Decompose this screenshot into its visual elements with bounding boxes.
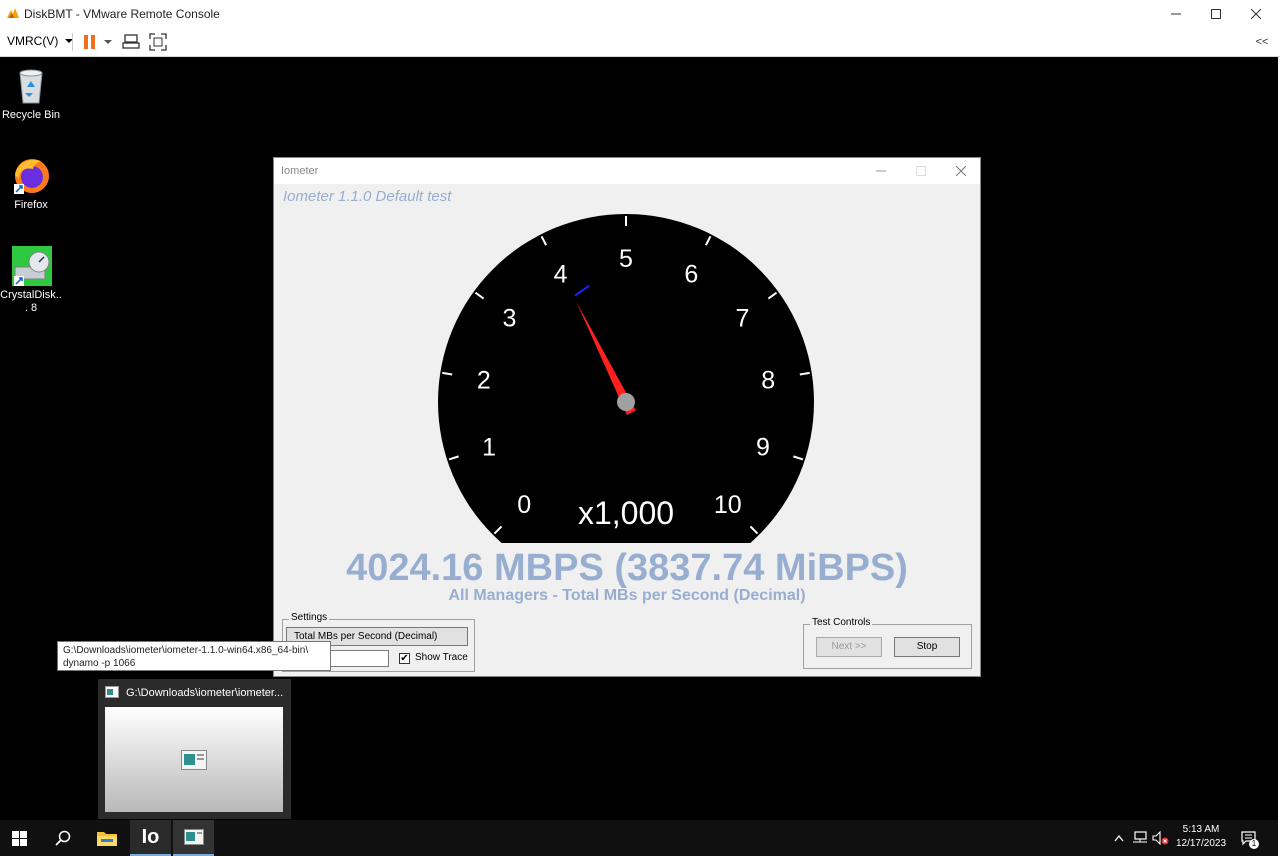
pause-button[interactable] bbox=[82, 32, 98, 52]
speed-gauge: 0 1 2 3 4 5 6 7 8 9 10 x1,000 bbox=[438, 214, 814, 543]
system-clock[interactable]: 5:13 AM 12/17/2023 bbox=[1166, 823, 1236, 851]
gauge-multiplier-label: x1,000 bbox=[578, 495, 674, 531]
gauge-tick-label: 2 bbox=[477, 366, 491, 394]
network-computer-icon bbox=[122, 34, 140, 49]
desktop-icon-recycle-bin[interactable]: Recycle Bin bbox=[0, 65, 62, 122]
stop-button[interactable]: Stop bbox=[894, 637, 960, 657]
vmrc-titlebar: DiskBMT - VMware Remote Console bbox=[0, 0, 1280, 29]
power-options-dropdown[interactable] bbox=[102, 32, 114, 52]
close-icon bbox=[1251, 9, 1261, 19]
gauge-tick-label: 5 bbox=[619, 245, 633, 273]
pause-icon bbox=[84, 35, 95, 49]
toolbar-collapse-button[interactable]: << bbox=[1252, 32, 1272, 52]
search-icon bbox=[55, 830, 71, 846]
chevron-up-icon bbox=[1114, 834, 1124, 842]
taskbar-file-explorer[interactable] bbox=[88, 820, 126, 856]
gauge-hub bbox=[617, 393, 635, 411]
file-explorer-icon bbox=[97, 832, 117, 846]
show-hidden-icons-button[interactable] bbox=[1110, 820, 1128, 856]
test-controls-group-label: Test Controls bbox=[810, 617, 873, 628]
recycle-bin-icon bbox=[19, 69, 43, 104]
gauge-tick-label: 9 bbox=[756, 433, 770, 461]
taskbar-iometer[interactable]: Io bbox=[130, 820, 171, 856]
gauge-tick-label: 10 bbox=[714, 491, 742, 519]
search-button[interactable] bbox=[44, 820, 82, 856]
checkmark-icon: ✔ bbox=[400, 653, 409, 664]
firefox-icon bbox=[14, 159, 49, 194]
desktop-icon-label: CrystalDisk... 8 bbox=[0, 289, 62, 314]
windows-logo-icon bbox=[11, 830, 27, 846]
desktop-icon-label: Recycle Bin bbox=[1, 109, 61, 121]
gauge-tick-label: 6 bbox=[684, 261, 698, 289]
taskbar: Io 5:13 AM 12/17/2023 1 bbox=[0, 820, 1278, 856]
minimize-button[interactable] bbox=[1156, 0, 1196, 28]
tooltip-line: dynamo -p 1066 bbox=[63, 658, 136, 669]
send-ctrl-alt-del-button[interactable] bbox=[121, 32, 141, 52]
vmware-app-icon bbox=[7, 8, 19, 18]
desktop-icon-label: Firefox bbox=[14, 199, 48, 211]
thumbnail-title: G:\Downloads\iometer\iometer... bbox=[126, 687, 284, 699]
throughput-value: 4024.16 MBPS (3837.74 MiBPS) bbox=[346, 547, 908, 589]
vmrc-window-title: DiskBMT - VMware Remote Console bbox=[24, 7, 220, 21]
iometer-taskbar-icon: Io bbox=[141, 826, 160, 848]
network-icon bbox=[1133, 831, 1147, 843]
close-button[interactable] bbox=[1236, 0, 1276, 28]
gauge-tick-label: 3 bbox=[503, 304, 517, 332]
taskbar-tooltip: G:\Downloads\iometer\iometer-1.1.0-win64… bbox=[57, 641, 331, 671]
test-controls-group: Test Controls Next >> Stop bbox=[803, 617, 972, 669]
throughput-caption: All Managers - Total MBs per Second (Dec… bbox=[448, 587, 806, 604]
crystaldiskmark-icon bbox=[12, 246, 52, 286]
fullscreen-icon bbox=[149, 33, 167, 51]
gauge-tick-label: 0 bbox=[517, 491, 531, 519]
vmrc-menu-label: VMRC(V) bbox=[7, 34, 59, 48]
minimize-icon bbox=[1171, 13, 1181, 15]
action-center-button[interactable]: 1 bbox=[1238, 820, 1260, 856]
chevron-down-icon bbox=[104, 40, 112, 44]
gauge-tick-label: 4 bbox=[554, 261, 568, 289]
taskbar-thumbnail[interactable]: G:\Downloads\iometer\iometer... bbox=[98, 679, 291, 819]
console-window-icon bbox=[105, 686, 119, 698]
toolbar-divider bbox=[72, 33, 73, 51]
show-trace-label: Show Trace bbox=[415, 652, 468, 663]
desktop-icon-firefox[interactable]: Firefox bbox=[0, 155, 62, 212]
clock-time: 5:13 AM bbox=[1182, 824, 1220, 835]
vmrc-toolbar: VMRC(V) << bbox=[0, 28, 1280, 57]
iometer-window: Iometer Iometer 1.1.0 Default test 01234… bbox=[273, 157, 981, 677]
settings-group-label: Settings bbox=[289, 612, 330, 623]
clock-date: 12/17/2023 bbox=[1175, 838, 1227, 849]
maximize-button[interactable] bbox=[1196, 0, 1236, 28]
tooltip-line: G:\Downloads\iometer\iometer-1.1.0-win64… bbox=[63, 645, 309, 656]
maximize-icon bbox=[1211, 9, 1221, 19]
gauge-tick-label: 8 bbox=[761, 366, 775, 394]
vmrc-menu-button[interactable]: VMRC(V) bbox=[7, 34, 73, 48]
gauge-tick-label: 1 bbox=[482, 433, 496, 461]
thumbnail-preview[interactable] bbox=[105, 707, 283, 812]
console-window-icon bbox=[181, 750, 207, 770]
double-chevron-left-icon: << bbox=[1255, 36, 1269, 48]
console-window-icon bbox=[183, 829, 204, 845]
start-button[interactable] bbox=[0, 820, 38, 856]
gauge-tick-label: 7 bbox=[736, 304, 750, 332]
desktop-icon-crystaldiskmark[interactable]: CrystalDisk... 8 bbox=[0, 245, 62, 315]
show-trace-checkbox[interactable]: ✔ bbox=[399, 653, 410, 664]
notification-count-badge: 1 bbox=[1249, 839, 1259, 849]
next-button[interactable]: Next >> bbox=[816, 637, 882, 657]
fullscreen-button[interactable] bbox=[148, 32, 168, 52]
network-status-button[interactable] bbox=[1130, 820, 1150, 856]
taskbar-console-window[interactable] bbox=[173, 820, 214, 856]
